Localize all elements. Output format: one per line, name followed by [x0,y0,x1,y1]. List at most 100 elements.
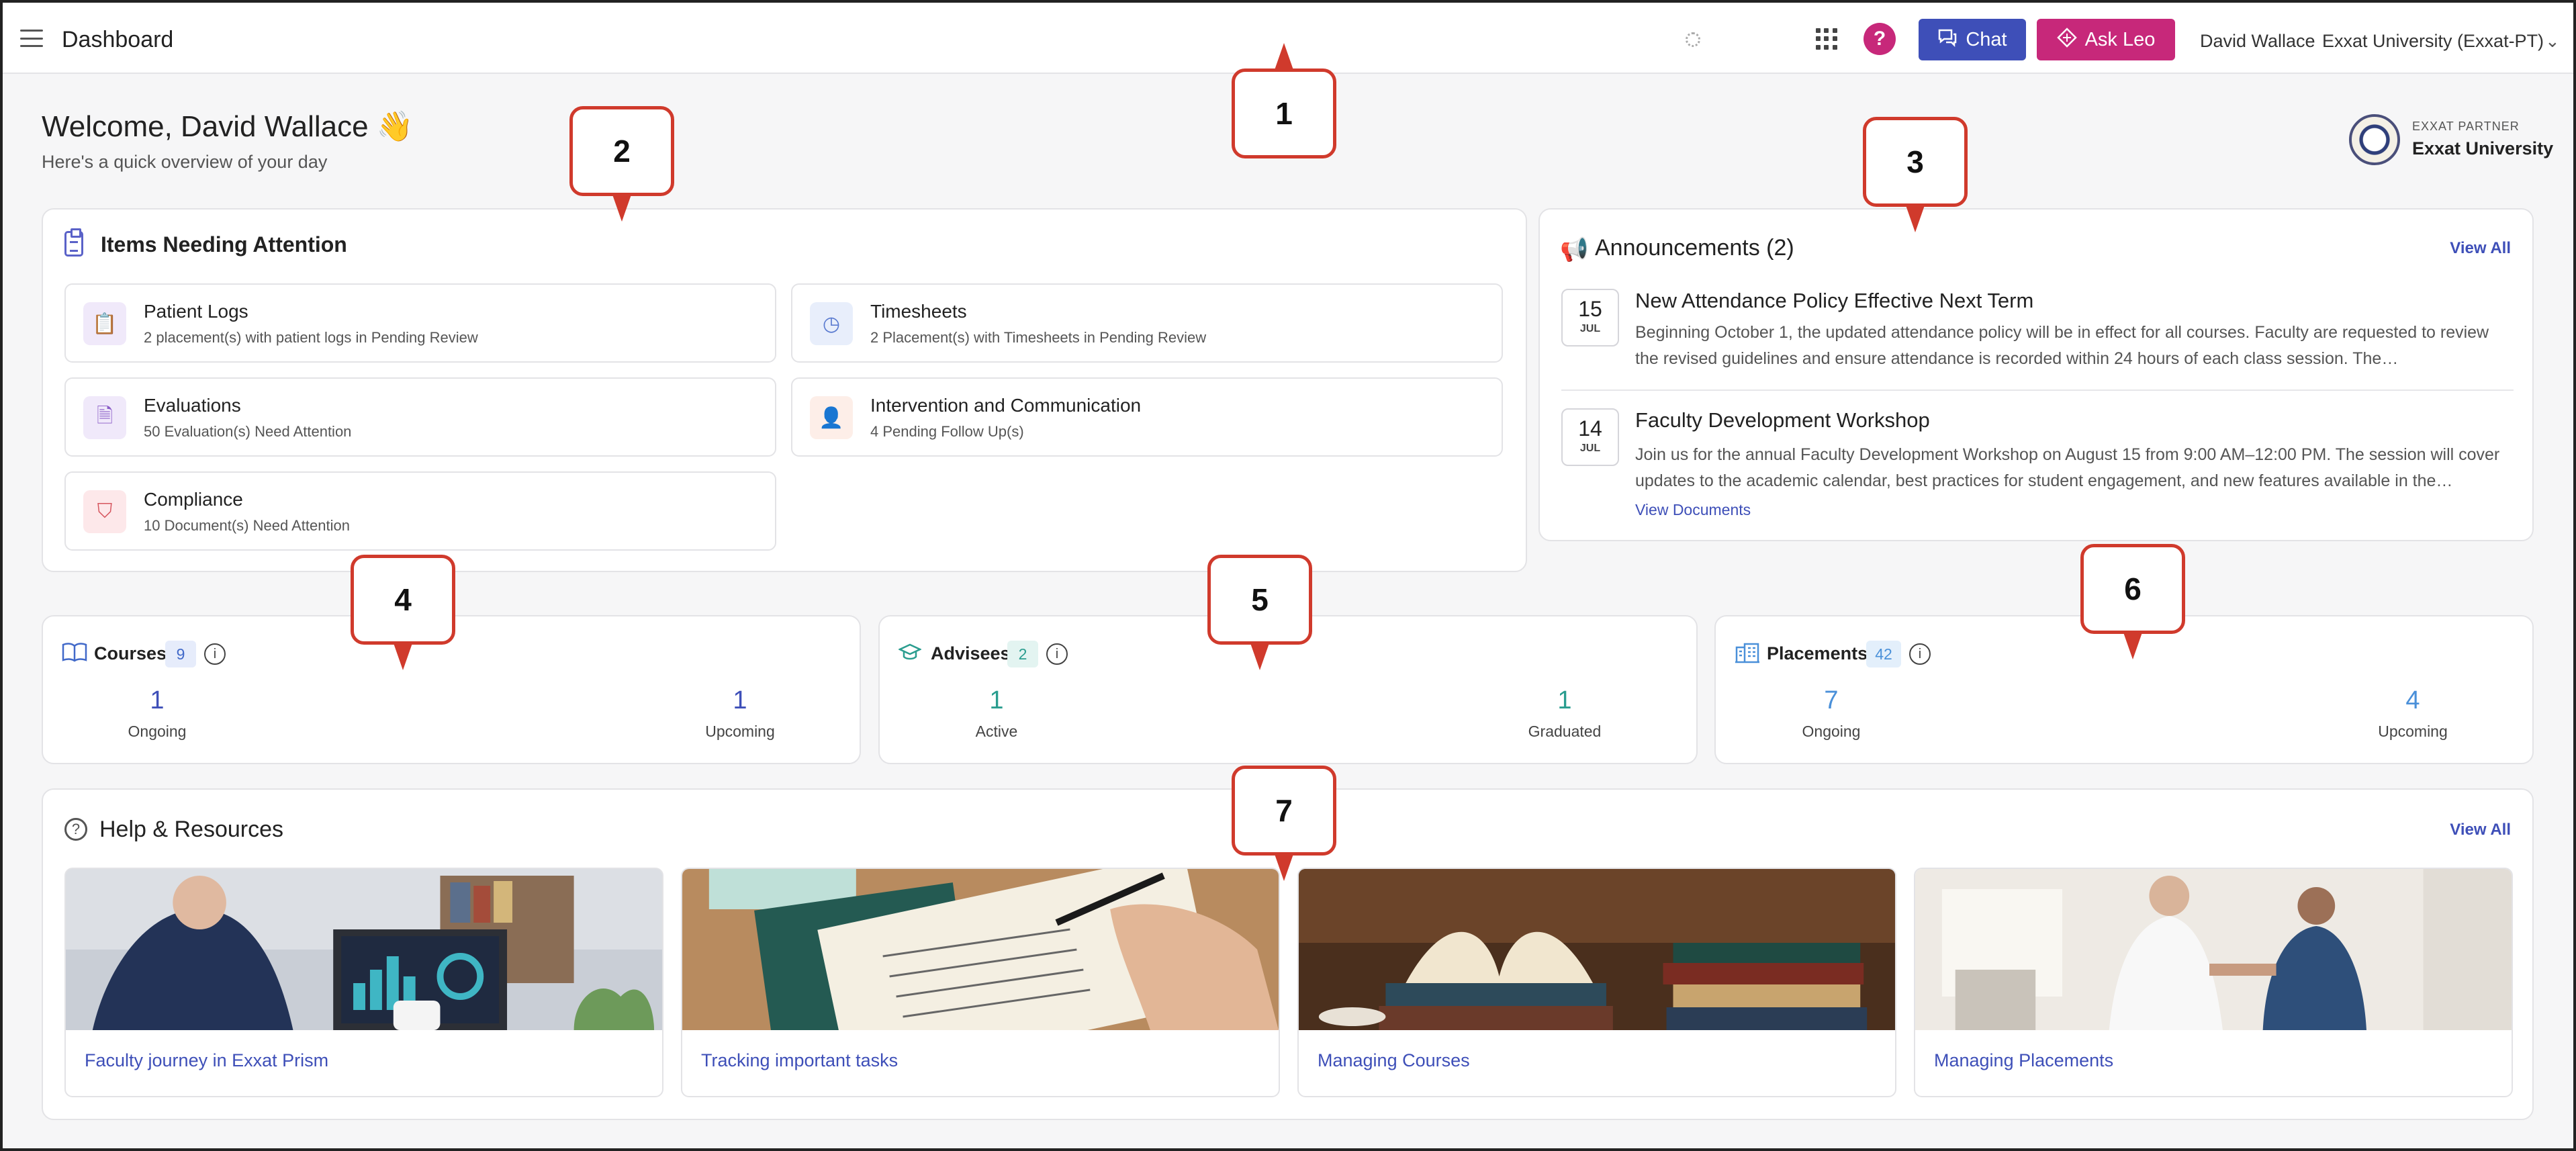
menu-icon[interactable] [20,30,43,47]
divider [1561,389,2514,391]
chat-bubble-icon [1937,28,1958,52]
courses-title: Courses [94,643,167,663]
org-selector[interactable]: Exxat University (Exxat-PT) [2322,31,2544,52]
resource-label: Faculty journey in Exxat Prism [85,1050,329,1070]
callout-pointer [394,643,412,670]
loading-spinner-icon [1686,32,1700,47]
advisees-active-value[interactable]: 1 [929,686,1064,715]
shield-icon: ⛉ [83,490,126,533]
view-documents-link[interactable]: View Documents [1635,501,1751,519]
courses-ongoing-label: Ongoing [128,723,187,740]
courses-upcoming-label: Upcoming [705,723,775,740]
tile-subtitle: 10 Document(s) Need Attention [144,517,350,534]
tile-subtitle: 2 placement(s) with patient logs in Pend… [144,329,478,346]
announcement-date: 15 JUL [1561,289,1619,347]
attention-tile-compliance[interactable]: ⛉ Compliance 10 Document(s) Need Attenti… [64,471,776,551]
announcements-view-all-link[interactable]: View All [2450,239,2511,258]
page-title: Dashboard [62,27,174,52]
callout-pointer [1275,43,1293,70]
partner-name: Exxat University [2412,138,2554,158]
info-icon[interactable]: i [1046,643,1068,665]
announcement-date: 14 JUL [1561,408,1619,466]
announcements-card: 📢 Announcements (2) View All 15 JUL New … [1538,208,2534,541]
resource-card-managing-courses[interactable]: Managing Courses [1297,868,1896,1097]
announcement-body: Beginning October 1, the updated attenda… [1635,323,2489,368]
items-needing-attention-card: Items Needing Attention 📋 Patient Logs 2… [42,208,1527,572]
placements-ongoing-label: Ongoing [1802,723,1861,740]
user-name[interactable]: David Wallace [2200,31,2315,52]
attention-tile-evaluations[interactable]: 🗎 Evaluations 50 Evaluation(s) Need Atte… [64,377,776,457]
attention-tile-patient-logs[interactable]: 📋 Patient Logs 2 placement(s) with patie… [64,283,776,363]
app-window: Dashboard ? Chat Ask Leo David Wallace E… [0,0,2576,1151]
welcome-subtitle: Here's a quick overview of your day [42,152,328,172]
announcement-title[interactable]: Faculty Development Workshop [1635,408,1930,432]
resource-card-tracking-tasks[interactable]: Tracking important tasks [681,868,1280,1097]
advisees-count-badge: 2 [1007,641,1038,667]
resource-image-handshake [1915,869,2512,1030]
announcement-body: Join us for the annual Faculty Developme… [1635,445,2500,490]
building-icon [1735,642,1760,669]
placements-title: Placements [1767,643,1868,663]
resource-card-faculty-journey[interactable]: Faculty journey in Exxat Prism [64,868,663,1097]
user-plus-icon: 👤 [810,396,853,439]
callout-7: 7 [1232,766,1336,856]
tile-subtitle: 4 Pending Follow Up(s) [870,423,1024,440]
ask-leo-button-label: Ask Leo [2084,28,2156,50]
tile-title: Evaluations [144,395,241,416]
sparkle-icon [2056,27,2077,52]
advisees-active-label: Active [975,723,1018,740]
resource-label: Tracking important tasks [701,1050,899,1070]
clipboard-icon: 📋 [83,302,126,345]
resource-image-notebook [682,869,1279,1030]
tile-title: Compliance [144,489,243,510]
document-icon: 🗎 [83,396,126,439]
date-day: 14 [1578,416,1602,441]
tile-subtitle: 2 Placement(s) with Timesheets in Pendin… [870,329,1207,346]
ask-leo-button[interactable]: Ask Leo [2037,19,2175,60]
placements-upcoming-label: Upcoming [2378,723,2448,740]
attention-title: Items Needing Attention [101,232,347,257]
apps-grid-icon[interactable] [1816,28,1837,50]
clock-icon: ◷ [810,302,853,345]
date-month: JUL [1579,443,1601,454]
callout-6: 6 [2080,544,2185,634]
placements-upcoming-value[interactable]: 4 [2346,686,2480,715]
help-icon[interactable]: ? [1864,23,1896,55]
callout-pointer [1906,205,1925,232]
book-icon [62,642,87,667]
placements-ongoing-value[interactable]: 7 [1764,686,1898,715]
graduation-icon [898,642,922,670]
callout-pointer [1250,643,1269,670]
resource-image-books [1299,869,1895,1030]
advisees-title: Advisees [931,643,1011,663]
question-circle-icon: ? [64,818,87,841]
chat-button-label: Chat [1966,28,2007,50]
help-view-all-link[interactable]: View All [2450,821,2511,839]
attention-tile-timesheets[interactable]: ◷ Timesheets 2 Placement(s) with Timeshe… [791,283,1503,363]
chat-button[interactable]: Chat [1919,19,2026,60]
advisees-graduated-value[interactable]: 1 [1498,686,1632,715]
chevron-down-icon[interactable]: ⌄ [2545,31,2560,52]
callout-pointer [2123,633,2142,659]
resource-label: Managing Placements [1934,1050,2114,1070]
courses-upcoming-value[interactable]: 1 [673,686,807,715]
callout-1: 1 [1232,68,1336,158]
date-day: 15 [1578,297,1602,321]
advisees-graduated-label: Graduated [1528,723,1602,740]
info-icon[interactable]: i [204,643,226,665]
callout-4: 4 [351,555,455,645]
resource-image-laptop [66,869,662,1030]
info-icon[interactable]: i [1909,643,1931,665]
attention-tile-intervention[interactable]: 👤 Intervention and Communication 4 Pendi… [791,377,1503,457]
courses-ongoing-value[interactable]: 1 [90,686,224,715]
tile-title: Intervention and Communication [870,395,1142,416]
partner-label: EXXAT PARTNER [2412,120,2520,133]
date-month: JUL [1579,323,1601,334]
tile-title: Patient Logs [144,301,248,322]
resource-label: Managing Courses [1318,1050,1470,1070]
resource-card-managing-placements[interactable]: Managing Placements [1914,868,2513,1097]
callout-pointer [1275,854,1293,881]
callout-2: 2 [569,106,674,196]
announcement-title[interactable]: New Attendance Policy Effective Next Ter… [1635,289,2033,313]
callout-pointer [612,195,631,222]
